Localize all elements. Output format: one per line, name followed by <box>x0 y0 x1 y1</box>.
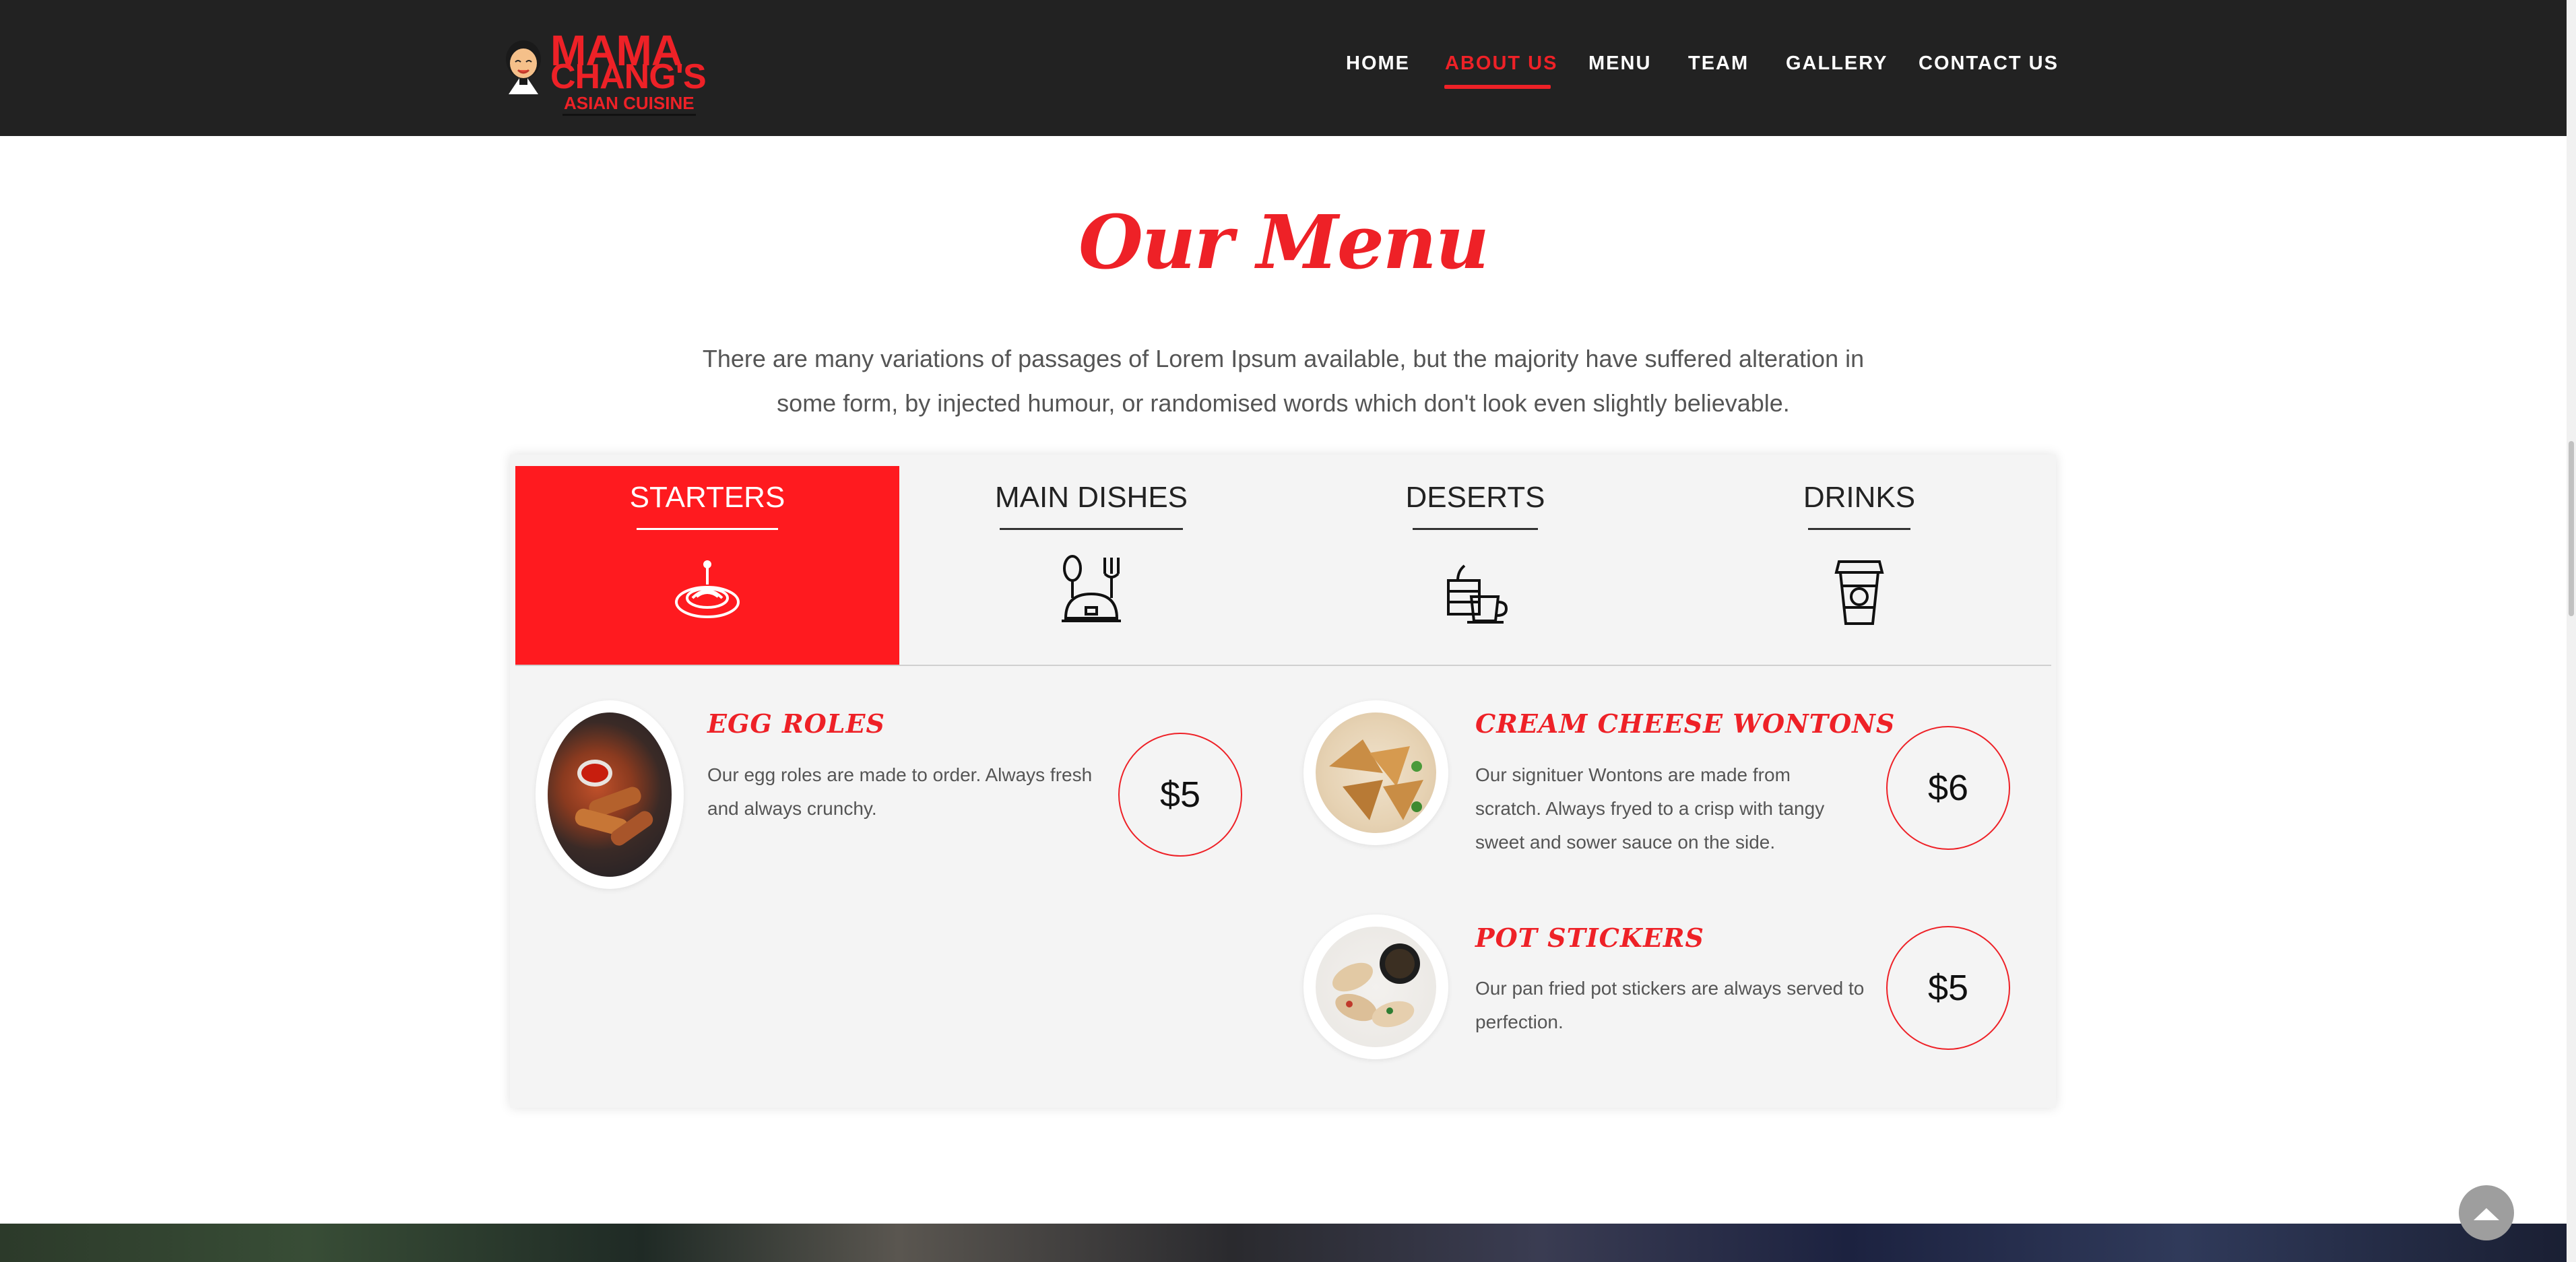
tab-underline <box>1000 528 1183 530</box>
site-header: MAMA CHANG'S ASIAN CUISINE HOME ABOUT US… <box>0 0 2567 136</box>
nav-about-us[interactable]: ABOUT US <box>1445 53 1557 75</box>
brand-line-2: CHANG'S <box>550 57 707 96</box>
page-scrollbar[interactable] <box>2567 0 2576 1262</box>
item-price: $6 <box>1886 726 2010 850</box>
pot-stickers-image <box>1316 927 1436 1047</box>
pasta-plate-icon <box>675 560 740 618</box>
nav-gallery[interactable]: GALLERY <box>1786 53 1888 75</box>
chevron-up-icon <box>2474 1208 2499 1220</box>
tab-drinks[interactable]: DRINKS <box>1667 466 2051 665</box>
item-description: Our signituer Wontons are made from scra… <box>1475 764 1825 853</box>
pot-sticker-graphic <box>1332 943 1420 1028</box>
item-price: $5 <box>1886 926 2010 1050</box>
cake-coffee-icon <box>1447 564 1508 624</box>
wontons-image <box>1316 712 1436 833</box>
item-name: CREAM CHEESE WONTONS <box>1475 708 1896 739</box>
nav-active-indicator <box>1444 85 1551 89</box>
nav-menu[interactable]: MENU <box>1588 53 1651 75</box>
tab-underline <box>1413 528 1538 530</box>
wonton-graphic <box>1329 739 1423 820</box>
item-name: EGG ROLES <box>707 708 885 739</box>
tab-label: DESERTS <box>1405 481 1545 514</box>
scrollbar-thumb[interactable] <box>2569 441 2574 616</box>
section-description: There are many variations of passages of… <box>702 345 1865 417</box>
nav-home[interactable]: HOME <box>1346 53 1410 75</box>
item-description: Our pan fried pot stickers are always se… <box>1475 978 1865 1032</box>
next-section-image <box>0 1224 2567 1262</box>
cloche-cutlery-icon <box>1062 555 1121 622</box>
tab-starters[interactable]: STARTERS <box>515 466 899 665</box>
item-photo-pot-stickers <box>1303 915 1448 1059</box>
tab-underline <box>1808 528 1910 530</box>
item-price: $5 <box>1118 733 1242 857</box>
nav-team[interactable]: TEAM <box>1688 53 1749 75</box>
item-photo-egg-roles <box>536 700 684 889</box>
tab-label: STARTERS <box>629 481 785 514</box>
chef-mascot-icon <box>506 40 541 94</box>
tabs-divider <box>515 665 2051 666</box>
item-description: Our egg roles are made to order. Always … <box>707 764 1093 819</box>
takeaway-cup-icon <box>1834 560 1884 625</box>
section-title: Our Menu <box>1078 199 1489 286</box>
brand-line-3: ASIAN CUISINE <box>562 93 696 116</box>
egg-roles-image <box>548 712 672 877</box>
tab-deserts[interactable]: DESERTS <box>1283 466 1667 665</box>
item-photo-cream-cheese-wontons <box>1303 700 1448 845</box>
item-name: POT STICKERS <box>1475 923 1704 953</box>
back-to-top-button[interactable] <box>2459 1185 2514 1240</box>
brand-logo[interactable]: MAMA CHANG'S ASIAN CUISINE <box>495 26 707 127</box>
tab-main-dishes[interactable]: MAIN DISHES <box>899 466 1283 665</box>
egg-roll-graphic <box>575 760 653 846</box>
nav-contact-us[interactable]: CONTACT US <box>1919 53 2059 75</box>
tab-label: DRINKS <box>1803 481 1916 514</box>
tab-underline <box>637 528 778 530</box>
tab-label: MAIN DISHES <box>994 481 1188 514</box>
